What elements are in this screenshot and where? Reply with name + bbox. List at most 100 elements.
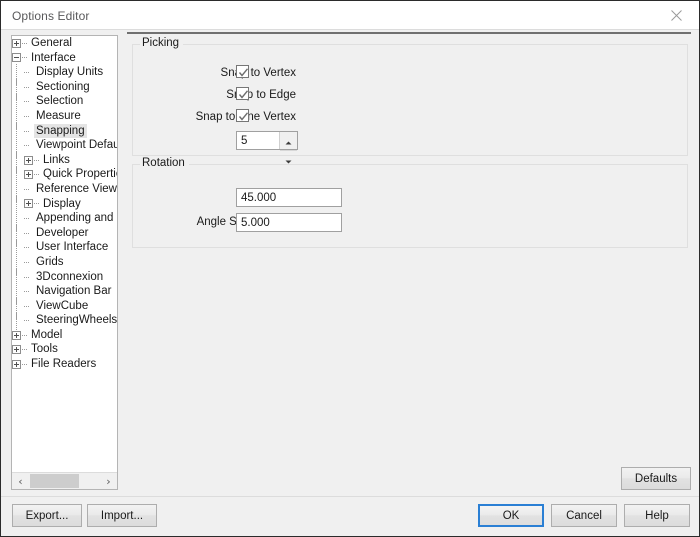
- tree-item-viewpoint-defau[interactable]: Viewpoint Defau: [12, 138, 117, 153]
- tree-item-general[interactable]: General: [12, 36, 117, 51]
- expand-icon[interactable]: [24, 199, 33, 208]
- tree-item-label: Grids: [34, 255, 65, 270]
- tree-connector: [24, 226, 34, 241]
- tree-item-selection[interactable]: Selection: [12, 94, 117, 109]
- tree-item-user-interface[interactable]: User Interface: [12, 240, 117, 255]
- tree-item-label: Navigation Bar: [34, 284, 113, 299]
- check-icon: [238, 89, 249, 100]
- tree-item-viewcube[interactable]: ViewCube: [12, 299, 117, 314]
- title-bar: Options Editor: [1, 1, 699, 30]
- tree-item-label: Reference Views: [34, 182, 117, 197]
- expand-icon[interactable]: [12, 331, 21, 340]
- expand-icon[interactable]: [12, 360, 21, 369]
- snap-to-vertex-checkbox[interactable]: [236, 65, 249, 78]
- tree-item-appending-and-i[interactable]: Appending and I: [12, 211, 117, 226]
- chevron-up-icon: [285, 132, 292, 150]
- dialog-footer: Export... Import... OK Cancel Help: [1, 496, 699, 536]
- tree-item-label: Tools: [29, 342, 60, 357]
- tree-connector: [34, 174, 40, 175]
- snap-to-edge-checkbox[interactable]: [236, 87, 249, 100]
- expand-icon[interactable]: [24, 170, 33, 179]
- tolerance-value[interactable]: 5: [237, 132, 279, 149]
- tree-item-label: Display Units: [34, 65, 105, 80]
- tree-item-display[interactable]: Display: [12, 197, 117, 212]
- tree-connector: [24, 109, 34, 124]
- tree-item-model[interactable]: Model: [12, 328, 117, 343]
- rotation-group: Rotation Angles (º) 45.000 Angle Sensiti…: [132, 164, 688, 248]
- tree-item-sectioning[interactable]: Sectioning: [12, 80, 117, 95]
- scroll-left-arrow-icon[interactable]: ‹: [12, 473, 29, 489]
- options-editor-dialog: Options Editor GeneralInterfaceDisplay U…: [0, 0, 700, 537]
- tree-connector: [24, 80, 34, 95]
- help-button[interactable]: Help: [624, 504, 690, 527]
- snap-to-line-vertex-checkbox[interactable]: [236, 109, 249, 122]
- angle-sensitivity-input[interactable]: 5.000: [236, 213, 342, 232]
- expand-icon[interactable]: [24, 156, 33, 165]
- dialog-body: GeneralInterfaceDisplay UnitsSectioningS…: [1, 30, 699, 536]
- tree-item-label: Developer: [34, 226, 90, 241]
- collapse-icon[interactable]: [12, 53, 21, 62]
- tree-connector: [24, 240, 34, 255]
- tree-connector: [24, 270, 34, 285]
- close-icon: [671, 10, 682, 21]
- tree-connector: [22, 335, 28, 336]
- defaults-button[interactable]: Defaults: [621, 467, 691, 490]
- tree-item-steeringwheels[interactable]: SteeringWheels: [12, 313, 117, 328]
- snap-to-edge-label: Snap to Edge: [161, 89, 296, 101]
- tree-item-links[interactable]: Links: [12, 153, 117, 168]
- tree-item-label: 3Dconnexion: [34, 270, 105, 285]
- tree-item-label: Display: [41, 197, 83, 212]
- ok-button[interactable]: OK: [478, 504, 544, 527]
- scrollbar-thumb[interactable]: [30, 474, 79, 488]
- tree-item-label: Viewpoint Defau: [34, 138, 117, 153]
- rotation-group-title: Rotation: [140, 157, 189, 169]
- tolerance-spin-buttons: [279, 132, 297, 149]
- tree-item-label: SteeringWheels: [34, 313, 117, 328]
- tolerance-stepper[interactable]: 5: [236, 131, 298, 150]
- tree-item-interface[interactable]: Interface: [12, 51, 117, 66]
- import-button[interactable]: Import...: [87, 504, 157, 527]
- tree-item-file-readers[interactable]: File Readers: [12, 357, 117, 372]
- tree-item-label: Appending and I: [34, 211, 117, 226]
- tree-connector: [24, 299, 34, 314]
- tree-item-measure[interactable]: Measure: [12, 109, 117, 124]
- close-button[interactable]: [654, 1, 699, 29]
- expand-icon[interactable]: [12, 39, 21, 48]
- tree-item-label: Links: [41, 153, 72, 168]
- tree-item-3dconnexion[interactable]: 3Dconnexion: [12, 270, 117, 285]
- scroll-right-arrow-icon[interactable]: ›: [100, 473, 117, 489]
- tree-connector: [22, 364, 28, 365]
- tree-item-label: Measure: [34, 109, 83, 124]
- check-icon: [238, 67, 249, 78]
- tree-item-label: Quick Properties: [41, 167, 117, 182]
- tree-item-navigation-bar[interactable]: Navigation Bar: [12, 284, 117, 299]
- settings-content-panel: Picking Snap to Vertex Snap to Edge Snap…: [127, 32, 691, 490]
- tree-connector: [24, 65, 34, 80]
- cancel-button[interactable]: Cancel: [551, 504, 617, 527]
- tree-item-label: Interface: [29, 51, 78, 66]
- tree-item-quick-properties[interactable]: Quick Properties: [12, 167, 117, 182]
- tree-connector: [24, 94, 34, 109]
- tree-connector: [24, 284, 34, 299]
- tree-horizontal-scrollbar[interactable]: ‹ ›: [12, 472, 117, 489]
- tree-item-snapping[interactable]: Snapping: [12, 124, 117, 139]
- tree-item-display-units[interactable]: Display Units: [12, 65, 117, 80]
- export-button[interactable]: Export...: [12, 504, 82, 527]
- tree-item-label: ViewCube: [34, 299, 90, 314]
- tolerance-increment-button[interactable]: [280, 132, 297, 151]
- tree-connector: [22, 349, 28, 350]
- tree-connector: [24, 255, 34, 270]
- tree-connector: [22, 57, 28, 58]
- tree-item-tools[interactable]: Tools: [12, 342, 117, 357]
- options-tree[interactable]: GeneralInterfaceDisplay UnitsSectioningS…: [12, 36, 117, 472]
- tree-item-grids[interactable]: Grids: [12, 255, 117, 270]
- tree-connector: [22, 43, 28, 44]
- tree-item-label: User Interface: [34, 240, 110, 255]
- tree-item-developer[interactable]: Developer: [12, 226, 117, 241]
- picking-group: Picking Snap to Vertex Snap to Edge Snap…: [132, 44, 688, 156]
- angles-input[interactable]: 45.000: [236, 188, 342, 207]
- tree-item-label: General: [29, 36, 74, 51]
- tree-item-reference-views[interactable]: Reference Views: [12, 182, 117, 197]
- expand-icon[interactable]: [12, 345, 21, 354]
- tree-connector: [24, 182, 34, 197]
